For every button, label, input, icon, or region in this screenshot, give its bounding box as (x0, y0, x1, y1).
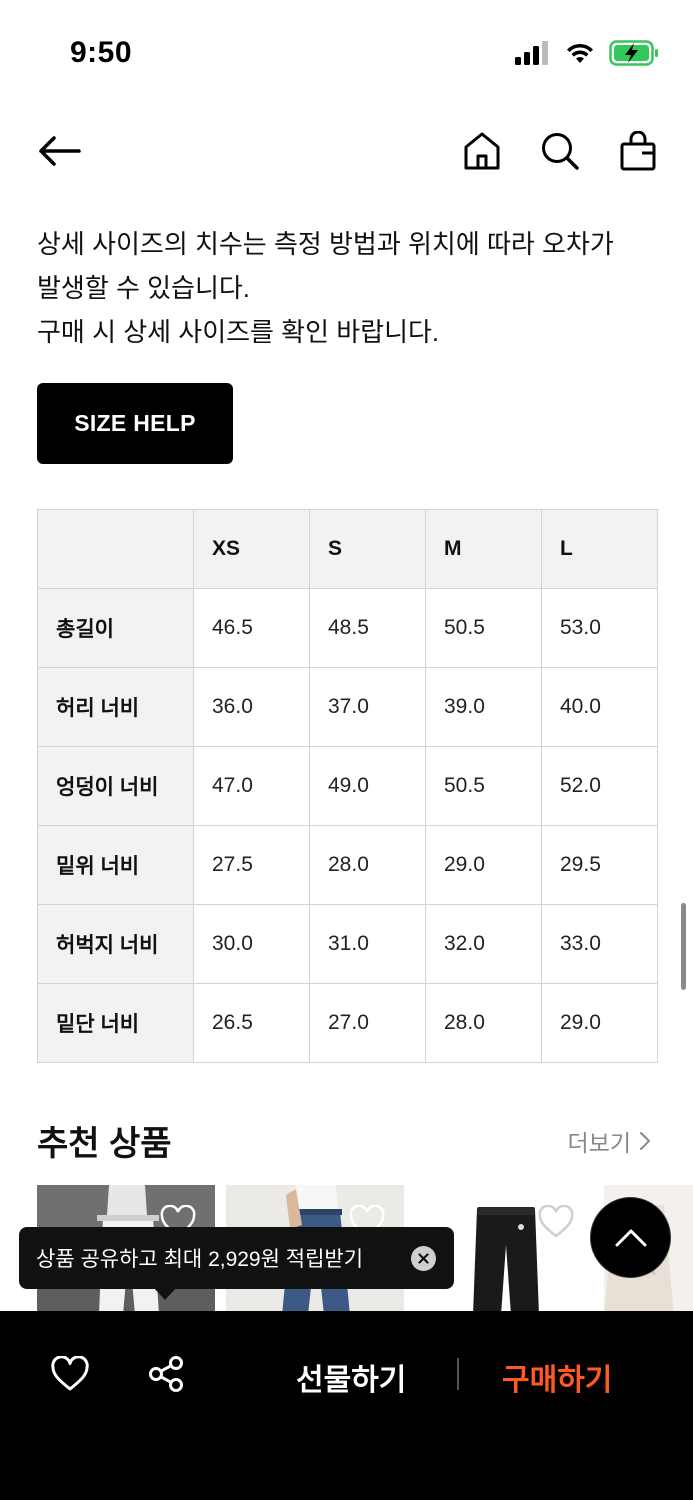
table-row: 밑위 너비 27.5 28.0 29.0 29.5 (37, 825, 658, 905)
search-icon (542, 133, 579, 170)
size-table-header-row: XS S M L (37, 509, 658, 589)
like-button[interactable] (47, 1351, 93, 1397)
recommend-more-link[interactable]: 더보기 (568, 1124, 651, 1158)
size-notice-line: 구매 시 상세 사이즈를 확인 바랍니다. (37, 317, 440, 347)
home-icon (464, 132, 500, 170)
table-row: 밑단 너비 26.5 27.0 28.0 29.0 (37, 983, 658, 1063)
size-column-header: L (541, 509, 658, 589)
table-cell: 50.5 (425, 746, 542, 826)
row-label: 허리 너비 (37, 667, 194, 747)
table-cell: 47.0 (193, 746, 310, 826)
heart-icon (51, 1356, 89, 1391)
table-cell: 28.0 (309, 825, 426, 905)
recommend-title: 추천 상품 (37, 1125, 172, 1163)
table-cell: 48.5 (309, 588, 426, 668)
share-button[interactable] (143, 1351, 189, 1397)
table-cell: 36.0 (193, 667, 310, 747)
table-row: 허리 너비 36.0 37.0 39.0 40.0 (37, 667, 658, 747)
chevron-up-icon (615, 1229, 646, 1246)
heart-icon[interactable] (537, 1205, 575, 1239)
close-icon (418, 1253, 429, 1264)
top-nav (0, 118, 693, 182)
size-notice-line: 상세 사이즈의 치수는 측정 방법과 위치에 따라 오차가 (37, 229, 614, 259)
table-cell: 31.0 (309, 904, 426, 984)
table-cell: 29.5 (541, 825, 658, 905)
chevron-right-icon (640, 1132, 650, 1150)
table-cell: 26.5 (193, 983, 310, 1063)
size-table-corner (37, 509, 194, 589)
scrollbar[interactable] (681, 903, 686, 990)
table-row: 엉덩이 너비 47.0 49.0 50.5 52.0 (37, 746, 658, 826)
status-time: 9:50 (70, 36, 133, 69)
scroll-to-top-button[interactable] (590, 1197, 671, 1278)
table-cell: 40.0 (541, 667, 658, 747)
table-cell: 27.5 (193, 825, 310, 905)
table-cell: 29.0 (425, 825, 542, 905)
size-notice-line: 발생할 수 있습니다. (37, 273, 251, 303)
home-button[interactable] (457, 126, 507, 176)
share-icon (149, 1356, 183, 1392)
table-cell: 49.0 (309, 746, 426, 826)
size-help-button[interactable]: SIZE HELP (37, 383, 233, 464)
search-button[interactable] (535, 126, 585, 176)
table-cell: 28.0 (425, 983, 542, 1063)
table-row: 총길이 46.5 48.5 50.5 53.0 (37, 588, 658, 668)
battery-charging-icon (609, 40, 658, 66)
table-cell: 53.0 (541, 588, 658, 668)
arrow-left-icon (39, 136, 81, 166)
table-cell: 37.0 (309, 667, 426, 747)
status-bar: 9:50 (0, 0, 693, 100)
tooltip-text: 상품 공유하고 최대 2,929원 적립받기 (36, 1248, 364, 1271)
table-cell: 33.0 (541, 904, 658, 984)
cart-button[interactable] (613, 126, 663, 176)
tooltip-pointer (154, 1288, 176, 1300)
share-reward-tooltip: 상품 공유하고 최대 2,929원 적립받기 (19, 1227, 454, 1289)
table-cell: 39.0 (425, 667, 542, 747)
table-cell: 27.0 (309, 983, 426, 1063)
shopping-bag-icon (620, 131, 656, 171)
recommend-more-label: 더보기 (567, 1130, 631, 1156)
table-row: 허벅지 너비 30.0 31.0 32.0 33.0 (37, 904, 658, 984)
table-cell: 52.0 (541, 746, 658, 826)
buy-button[interactable]: 구매하기 (502, 1355, 612, 1399)
row-label: 총길이 (37, 588, 194, 668)
table-cell: 46.5 (193, 588, 310, 668)
wifi-icon (567, 43, 593, 63)
table-cell: 50.5 (425, 588, 542, 668)
size-column-header: S (309, 509, 426, 589)
table-cell: 32.0 (425, 904, 542, 984)
bottom-action-bar: 선물하기 구매하기 (0, 1311, 693, 1500)
row-label: 밑위 너비 (37, 825, 194, 905)
size-column-header: XS (193, 509, 310, 589)
cellular-signal-icon (515, 41, 548, 65)
table-cell: 30.0 (193, 904, 310, 984)
row-label: 밑단 너비 (37, 983, 194, 1063)
row-label: 허벅지 너비 (37, 904, 194, 984)
table-cell: 29.0 (541, 983, 658, 1063)
size-table: XS S M L 총길이 46.5 48.5 50.5 53.0 허리 너비 3… (37, 509, 658, 1063)
nav-actions (457, 126, 663, 176)
tooltip-close-button[interactable] (411, 1246, 436, 1271)
status-icons (515, 40, 659, 66)
row-label: 엉덩이 너비 (37, 746, 194, 826)
size-notice: 상세 사이즈의 치수는 측정 방법과 위치에 따라 오차가 발생할 수 있습니다… (37, 222, 667, 354)
back-button[interactable] (34, 126, 84, 176)
size-column-header: M (425, 509, 542, 589)
bottom-bar-divider (457, 1358, 459, 1390)
gift-button[interactable]: 선물하기 (296, 1355, 406, 1399)
